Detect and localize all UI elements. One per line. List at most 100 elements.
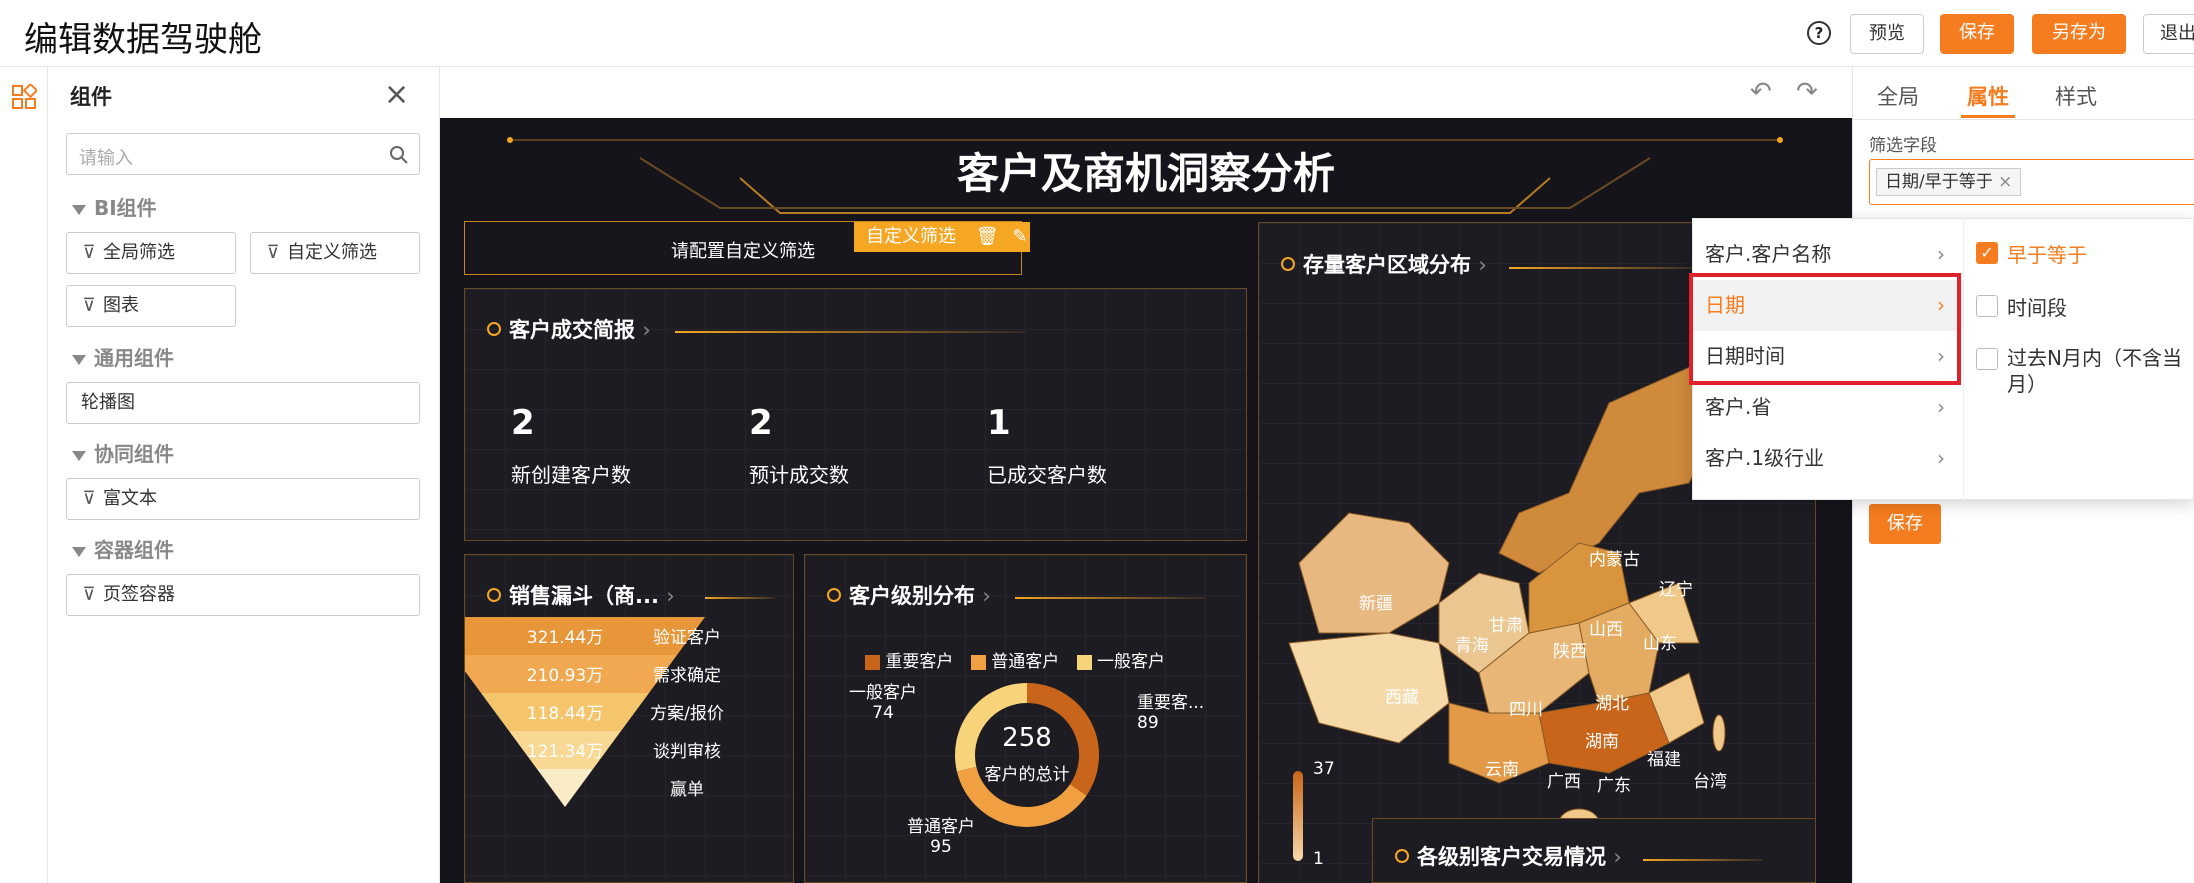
active-tab-indicator [1961, 115, 2015, 118]
map-label: 辽宁 [1659, 580, 1693, 600]
scale-max: 37 [1313, 759, 1335, 779]
filter-icon: ⊽ [82, 584, 96, 605]
scale-bar [1293, 771, 1303, 861]
checkbox-checked[interactable]: ✓ [1976, 242, 1998, 264]
redo-icon[interactable]: ↷ [1796, 77, 1818, 107]
undo-icon[interactable]: ↶ [1750, 77, 1772, 107]
help-icon[interactable]: ? [1807, 21, 1831, 45]
trade-panel[interactable]: 各级别客户交易情况 › [1372, 818, 1816, 883]
funnel-value: 210.93万 [527, 666, 603, 686]
tab-properties[interactable]: 属性 [1967, 81, 2009, 111]
chevron-right-icon: › [1937, 446, 1945, 470]
funnel-label: 方案/报价 [650, 704, 724, 724]
component-panel: 组件 × 请输入 BI组件 ⊽ 全局筛选 ⊽ 自定义筛选 ⊽ 图表 通用组件 轮播图 … [48, 67, 440, 883]
components-icon[interactable] [11, 84, 37, 110]
caret-down-icon [72, 354, 86, 365]
customer-level-panel[interactable]: 客户级别分布 › 重要客户 普通客户 一般客户 一般客户 74 重要客... 89 … [804, 554, 1247, 883]
map-label: 湖北 [1595, 694, 1629, 714]
map-label: 台湾 [1693, 772, 1727, 792]
filter-icon: ⊽ [82, 295, 96, 316]
funnel-chart: 321.44万 验证客户 210.93万 需求确定 118.44万 方案/报价 121.34… [465, 617, 724, 807]
donut-label-general: 一般客户 74 [849, 683, 917, 723]
map-label: 内蒙古 [1589, 550, 1640, 570]
donut-label-normal: 普通客户 95 [907, 817, 975, 857]
map-title: 存量客户区域分布 › [1281, 249, 1487, 279]
search-placeholder: 请输入 [79, 148, 133, 169]
search-icon [390, 146, 408, 164]
page-title: 编辑数据驾驶舱 [24, 20, 262, 60]
donut-total: 258 [1002, 723, 1052, 753]
group-container[interactable]: 容器组件 [72, 534, 174, 563]
filter-field-label: 筛选字段 [1869, 136, 1937, 156]
checkbox[interactable] [1976, 295, 1998, 317]
save-as-button[interactable]: 另存为 [2032, 14, 2126, 54]
save-button[interactable]: 保存 [1940, 14, 2014, 54]
deal-brief-title: 客户成交简报 › [487, 314, 651, 344]
funnel-label: 谈判审核 [653, 742, 721, 762]
donut-label-important: 重要客... 89 [1137, 693, 1205, 733]
exit-button[interactable]: 退出 [2143, 14, 2194, 54]
dashboard-title: 客户及商机洞察分析 [956, 149, 1335, 198]
caret-down-icon [72, 546, 86, 557]
widget-tag: 自定义筛选 🗑 ✎ [854, 222, 1030, 252]
stat-value: 1 [987, 403, 1011, 443]
stat-value: 2 [511, 403, 535, 443]
filter-icon: ⊽ [266, 242, 280, 263]
group-collab[interactable]: 协同组件 [72, 438, 174, 467]
map-label: 山西 [1589, 620, 1623, 640]
stat-value: 2 [749, 403, 773, 443]
tab-global[interactable]: 全局 [1877, 81, 1919, 111]
deal-brief-panel[interactable]: 客户成交简报 › 2 新创建客户数 2 预计成交数 1 已成交客户数 [464, 288, 1247, 541]
funnel-value: 121.34万 [527, 742, 603, 762]
group-bi[interactable]: BI组件 [72, 192, 157, 221]
dashboard-canvas: 客户及商机洞察分析 请配置自定义筛选 自定义筛选 🗑 ✎ 客户成交简报 › 2 … [440, 118, 1852, 883]
highlight-box [1689, 273, 1961, 385]
option-province[interactable]: 客户.省 › [1693, 382, 1963, 433]
component-search-input[interactable]: 请输入 [66, 133, 420, 175]
tag-close-icon[interactable]: × [1998, 172, 2012, 192]
preview-button[interactable]: 预览 [1850, 14, 1924, 54]
map-label: 陕西 [1553, 642, 1587, 662]
custom-filter-item[interactable]: ⊽ 自定义筛选 [250, 232, 420, 274]
map-label: 四川 [1509, 700, 1543, 720]
caret-down-icon [72, 450, 86, 461]
field-tag: 日期/早于等于 × [1876, 168, 2022, 196]
rich-text-item[interactable]: ⊽ 富文本 [66, 478, 420, 520]
sales-funnel-panel[interactable]: 销售漏斗（商... › 321.44万 验证客户 210.93万 需求确定 118.44… [464, 554, 794, 883]
map-label: 云南 [1485, 760, 1519, 780]
funnel-label: 验证客户 [653, 628, 721, 648]
stat-label: 预计成交数 [749, 463, 849, 487]
map-label: 福建 [1647, 750, 1681, 770]
map-label: 广东 [1597, 776, 1631, 796]
chart-item[interactable]: ⊽ 图表 [66, 285, 236, 327]
option-industry[interactable]: 客户.1级行业 › [1693, 433, 1963, 484]
panel-save-button[interactable]: 保存 [1869, 504, 1941, 544]
map-label: 甘肃 [1489, 616, 1523, 636]
filter-field-select[interactable]: 日期/早于等于 × [1869, 159, 2194, 205]
condition-past-months: 过去N月内（不含当月） [2007, 346, 2182, 396]
group-common[interactable]: 通用组件 [72, 342, 174, 371]
tab-container-item[interactable]: ⊽ 页签容器 [66, 574, 420, 616]
carousel-item[interactable]: 轮播图 [66, 382, 420, 424]
checkbox[interactable] [1976, 348, 1998, 370]
condition-before: 早于等于 [2007, 243, 2087, 267]
funnel-segment [537, 769, 593, 807]
map-label: 西藏 [1385, 688, 1419, 708]
top-bar: 编辑数据驾驶舱 ? 预览 保存 另存为 退出 [0, 0, 2194, 67]
trade-title: 各级别客户交易情况 › [1395, 841, 1622, 871]
tab-style[interactable]: 样式 [2055, 81, 2097, 111]
delete-icon[interactable]: 🗑 [976, 226, 999, 247]
filter-placeholder: 请配置自定义筛选 [671, 241, 815, 262]
close-icon[interactable]: × [384, 77, 409, 112]
filter-icon: ⊽ [82, 242, 96, 263]
map-label: 广西 [1547, 772, 1581, 792]
funnel-label: 需求确定 [653, 666, 721, 686]
field-dropdown: 客户.客户名称 › 日期 › 日期时间 › 客户.省 › 客户.1级行业 › ✓ 早于等于… [1689, 218, 2194, 501]
edit-icon[interactable]: ✎ [1012, 226, 1027, 247]
map-label: 新疆 [1359, 594, 1393, 614]
map-label: 湖南 [1585, 732, 1619, 752]
map-label: 山东 [1643, 634, 1677, 654]
canvas-toolbar: ↶ ↷ [440, 67, 1852, 118]
map-label: 青海 [1455, 636, 1489, 656]
global-filter-item[interactable]: ⊽ 全局筛选 [66, 232, 236, 274]
